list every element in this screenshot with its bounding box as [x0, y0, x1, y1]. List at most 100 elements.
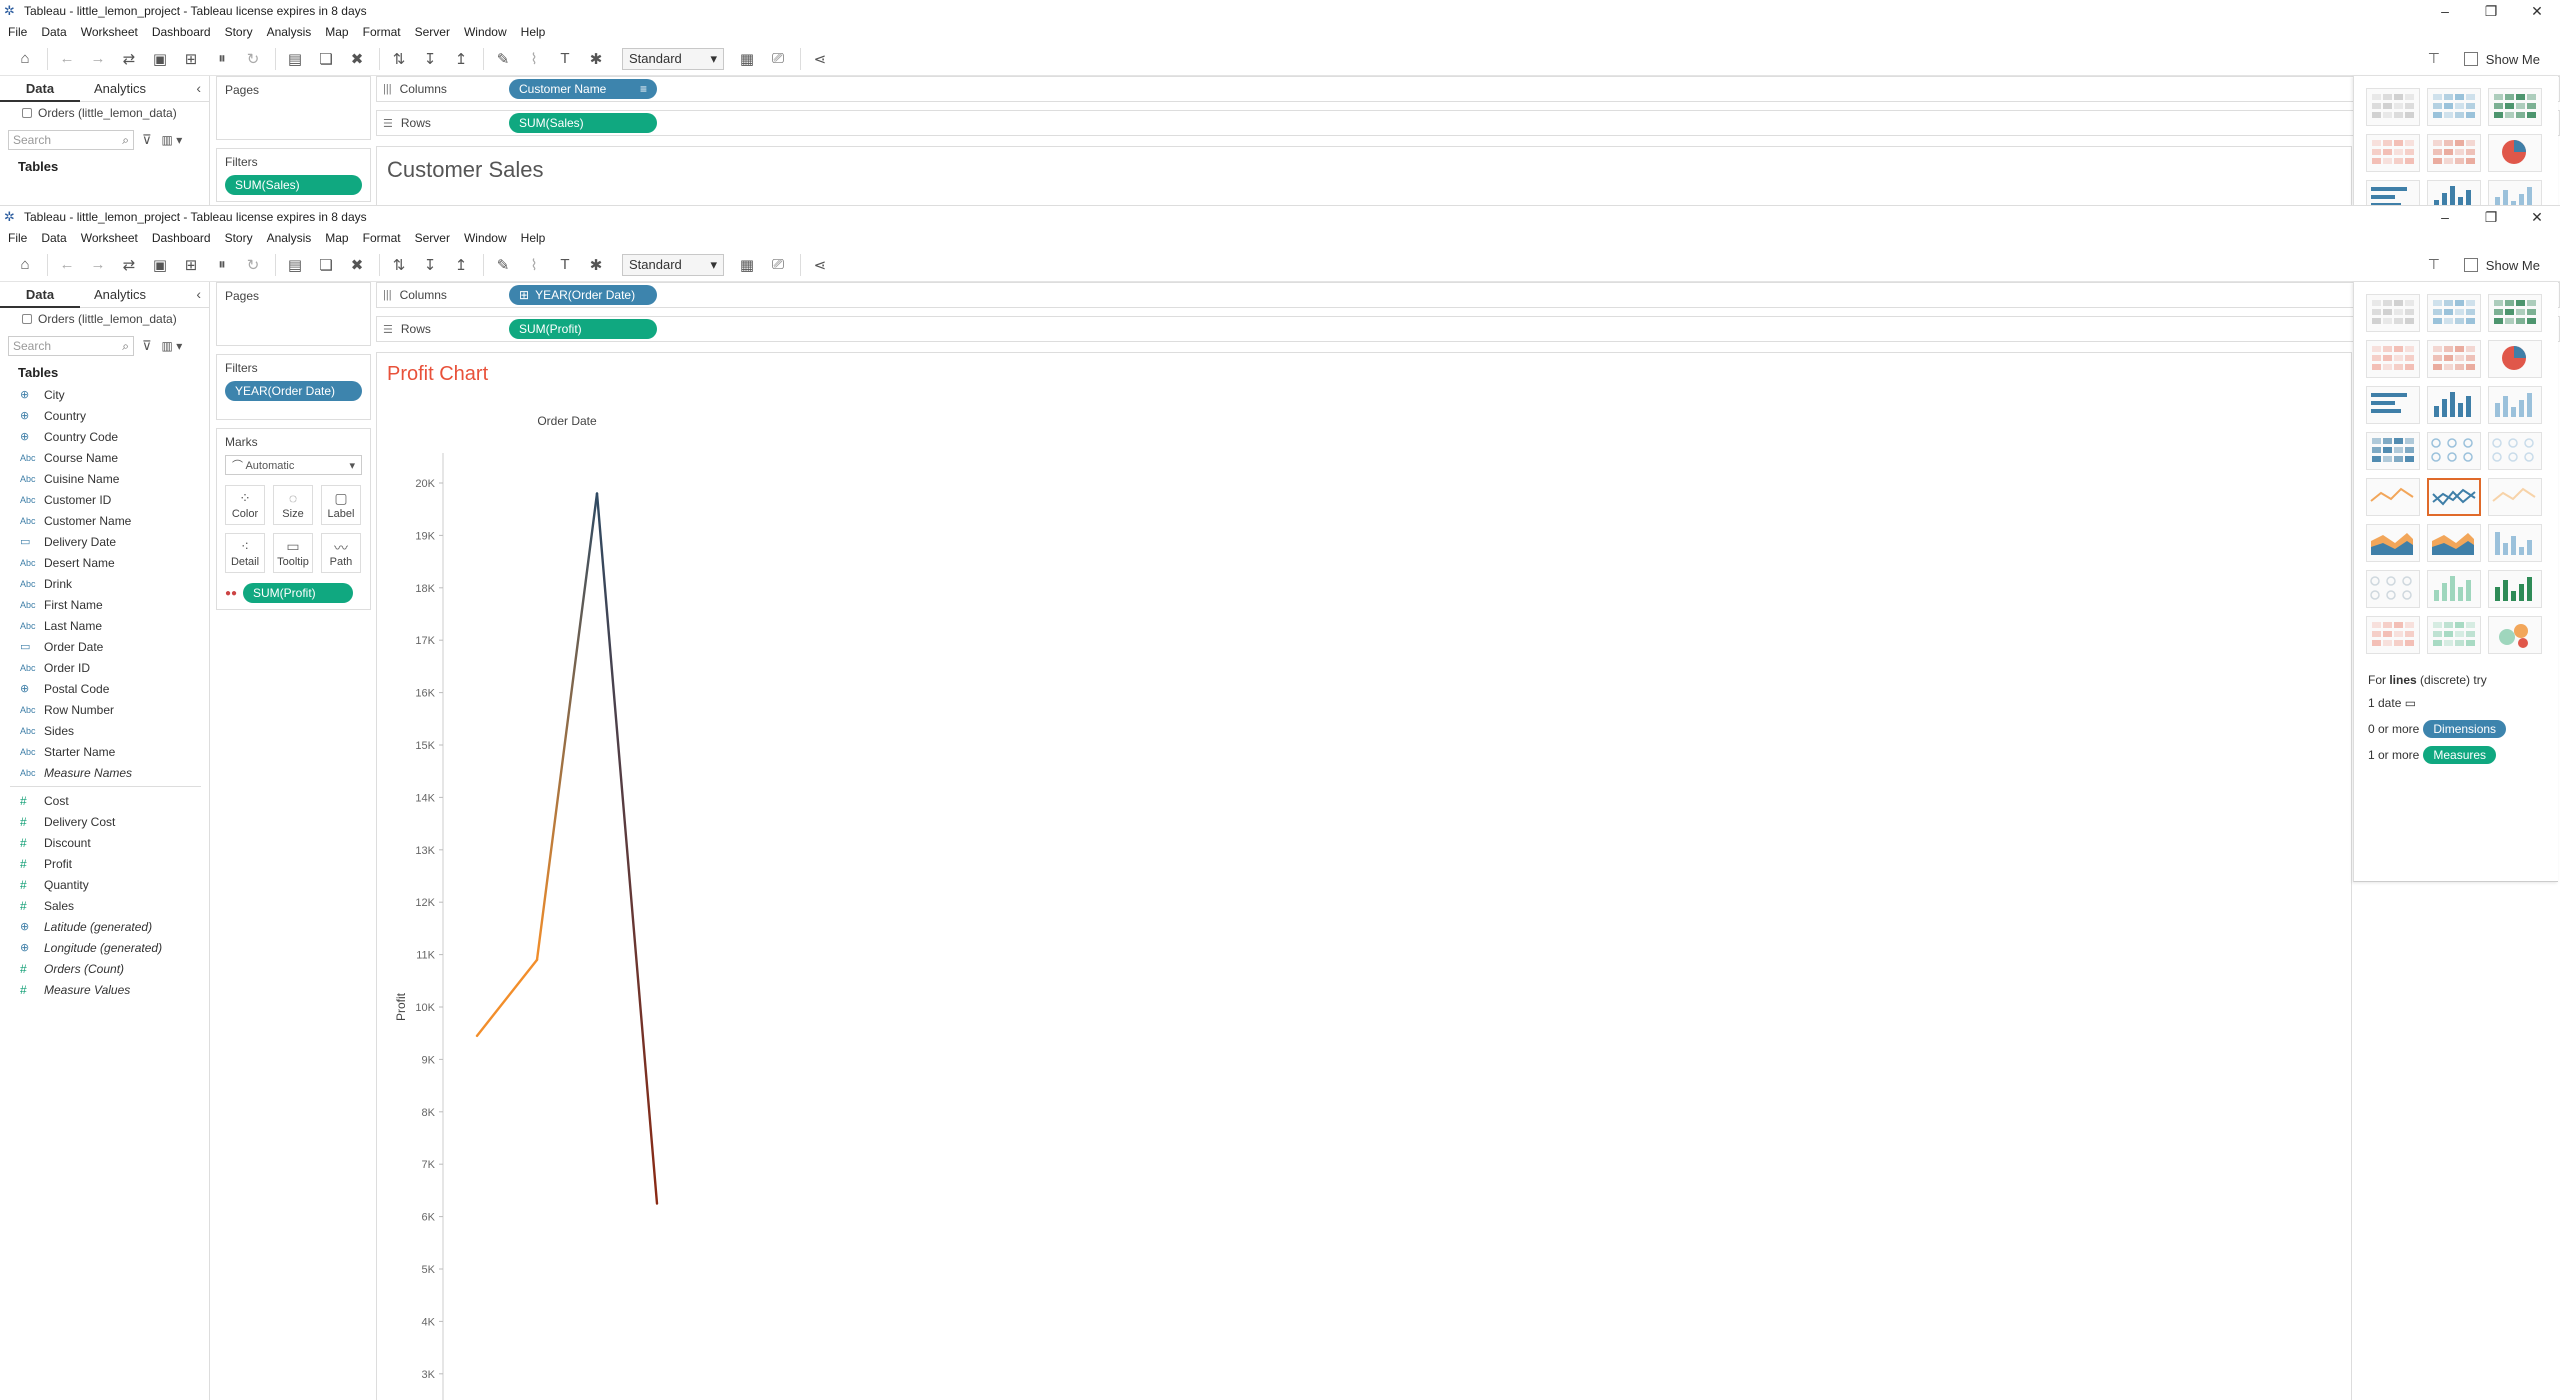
refresh-icon[interactable]: ↻ — [242, 48, 264, 70]
menu-format[interactable]: Format — [363, 231, 401, 245]
show-me-button[interactable]: Show Me — [2463, 48, 2540, 70]
group-icon[interactable]: ⌇ — [523, 48, 545, 70]
pause-icon[interactable]: ⏸ — [211, 254, 233, 276]
fit-select[interactable]: Standard ▾ — [622, 47, 724, 70]
menu-story[interactable]: Story — [225, 25, 253, 39]
pin-icon[interactable]: ⊤ — [2428, 256, 2440, 273]
share-icon[interactable]: ⋖ — [809, 254, 831, 276]
highlight-table-icon[interactable] — [2488, 88, 2542, 126]
clear-icon[interactable]: ✖ — [346, 48, 368, 70]
menu-worksheet[interactable]: Worksheet — [81, 25, 138, 39]
menu-format[interactable]: Format — [363, 25, 401, 39]
mark-detail-button[interactable]: ⁖ Detail — [225, 533, 265, 573]
highlight-icon[interactable]: ✎ — [492, 254, 514, 276]
menu-dashboard[interactable]: Dashboard — [152, 231, 211, 245]
menu-data[interactable]: Data — [41, 25, 66, 39]
menu-file[interactable]: File — [8, 231, 27, 245]
stacked-bars-icon[interactable] — [2427, 386, 2481, 424]
menu-map[interactable]: Map — [325, 25, 348, 39]
mark-tooltip-button[interactable]: ▭ Tooltip — [273, 533, 313, 573]
show-cards-icon[interactable]: ▦ — [736, 254, 758, 276]
discrete-lines-icon[interactable] — [2427, 478, 2481, 516]
clear-icon[interactable]: ✖ — [346, 254, 368, 276]
profit-line-segment[interactable] — [595, 492, 659, 1205]
field-starter-name[interactable]: Abc Starter Name — [0, 741, 209, 762]
menu-help[interactable]: Help — [521, 231, 546, 245]
text-table-icon[interactable] — [2366, 88, 2420, 126]
rows-pill[interactable]: SUM(Profit) — [509, 319, 657, 339]
horizontal-bars-icon[interactable] — [2366, 180, 2420, 205]
field-discount[interactable]: # Discount — [0, 832, 209, 853]
field-order-id[interactable]: Abc Order ID — [0, 657, 209, 678]
restore-icon[interactable]: ❐ — [2468, 0, 2514, 22]
labels-icon[interactable]: T — [554, 48, 576, 70]
menu-help[interactable]: Help — [521, 25, 546, 39]
undo-icon[interactable]: ← — [56, 254, 78, 276]
swap-icon[interactable]: ⇅ — [388, 48, 410, 70]
field-row-number[interactable]: Abc Row Number — [0, 699, 209, 720]
field-longitude-generated[interactable]: ⊕ Longitude (generated) — [0, 937, 209, 958]
tab-data[interactable]: Data — [0, 282, 80, 308]
new-datasource-icon[interactable]: ⊞ — [180, 48, 202, 70]
view-options-icon[interactable]: ▥ ▾ — [162, 339, 183, 353]
tab-analytics[interactable]: Analytics — [80, 282, 160, 308]
save-icon[interactable]: ▣ — [149, 48, 171, 70]
group-icon[interactable]: ⌇ — [523, 254, 545, 276]
field-last-name[interactable]: Abc Last Name — [0, 615, 209, 636]
heat-map-icon[interactable] — [2427, 88, 2481, 126]
circle-view-icon[interactable] — [2427, 432, 2481, 470]
highlight-icon[interactable]: ✎ — [492, 48, 514, 70]
menu-map[interactable]: Map — [325, 231, 348, 245]
mark-type-select[interactable]: ⌒ Automatic ▾ — [225, 455, 362, 475]
mark-size-button[interactable]: ◌ Size — [273, 485, 313, 525]
scatter-plot-icon[interactable] — [2366, 570, 2420, 608]
new-worksheet-icon[interactable]: ▤ — [284, 48, 306, 70]
side-by-side-bars-icon[interactable] — [2488, 386, 2542, 424]
share-icon[interactable]: ⋖ — [809, 48, 831, 70]
marks-profit-pill[interactable]: SUM(Profit) — [243, 583, 353, 603]
gantt-icon[interactable] — [2366, 616, 2420, 654]
search-input[interactable]: Search ⌕ — [8, 130, 134, 150]
menu-server[interactable]: Server — [415, 231, 450, 245]
field-delivery-cost[interactable]: # Delivery Cost — [0, 811, 209, 832]
packed-bubbles-icon[interactable] — [2488, 616, 2542, 654]
field-sides[interactable]: Abc Sides — [0, 720, 209, 741]
text-table-icon[interactable] — [2366, 294, 2420, 332]
menu-analysis[interactable]: Analysis — [267, 25, 312, 39]
side-by-side-circles-icon[interactable] — [2488, 432, 2542, 470]
field-city[interactable]: ⊕ City — [0, 384, 209, 405]
restore-icon[interactable]: ❐ — [2468, 206, 2514, 228]
pie-chart-icon[interactable] — [2488, 134, 2542, 172]
sort-asc-icon[interactable]: ↧ — [419, 48, 441, 70]
menu-server[interactable]: Server — [415, 25, 450, 39]
data-point[interactable] — [476, 1034, 479, 1037]
home-icon[interactable]: ⌂ — [14, 48, 36, 70]
filled-map-icon[interactable] — [2427, 134, 2481, 172]
pie-chart-icon[interactable] — [2488, 340, 2542, 378]
side-by-side-bars-icon[interactable] — [2488, 180, 2542, 205]
presentation-icon[interactable]: ⎚ — [767, 48, 789, 70]
menu-file[interactable]: File — [8, 25, 27, 39]
sort-desc-icon[interactable]: ↥ — [450, 254, 472, 276]
area-discrete-icon[interactable] — [2427, 524, 2481, 562]
heat-map-icon[interactable] — [2427, 294, 2481, 332]
data-source[interactable]: Orders (little_lemon_data) — [0, 308, 209, 330]
area-continuous-icon[interactable] — [2366, 524, 2420, 562]
profit-line-segment[interactable] — [475, 958, 539, 1038]
undo-icon[interactable]: ← — [56, 48, 78, 70]
box-whisker-icon[interactable] — [2488, 570, 2542, 608]
refresh-icon[interactable]: ↻ — [242, 254, 264, 276]
close-icon[interactable]: ✕ — [2514, 0, 2560, 22]
columns-pill[interactable]: ⊞ YEAR(Order Date) — [509, 285, 657, 305]
new-worksheet-icon[interactable]: ▤ — [284, 254, 306, 276]
new-datasource-icon[interactable]: ⊞ — [180, 254, 202, 276]
menu-dashboard[interactable]: Dashboard — [152, 25, 211, 39]
menu-window[interactable]: Window — [464, 25, 507, 39]
show-cards-icon[interactable]: ▦ — [736, 48, 758, 70]
pin-axes-icon[interactable]: ✱ — [585, 254, 607, 276]
menu-data[interactable]: Data — [41, 231, 66, 245]
dual-lines-icon[interactable] — [2488, 478, 2542, 516]
field-latitude-generated[interactable]: ⊕ Latitude (generated) — [0, 916, 209, 937]
profit-line-segment[interactable] — [535, 492, 599, 962]
rows-pill[interactable]: SUM(Sales) — [509, 113, 657, 133]
